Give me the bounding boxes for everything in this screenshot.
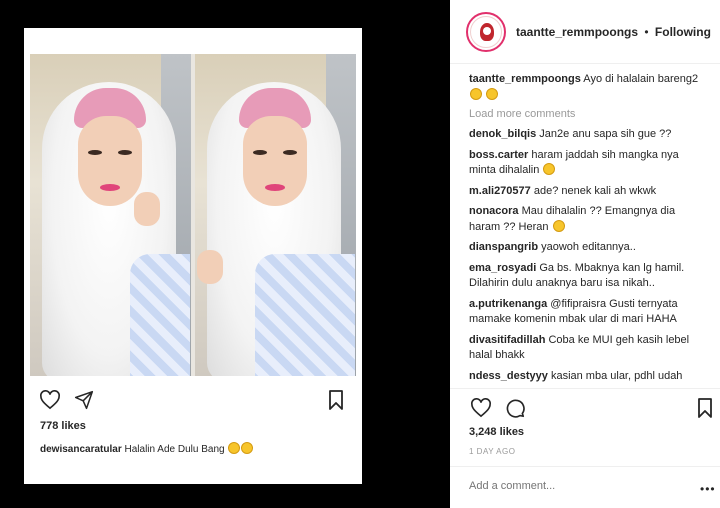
comments-list[interactable]: taantte_remmpoongs Ayo di halalain baren… (450, 72, 720, 386)
eye (118, 150, 132, 155)
avatar[interactable] (466, 12, 506, 52)
eye (283, 150, 297, 155)
hand (134, 192, 160, 226)
avatar-logo-detail (483, 27, 491, 35)
comment-text: kasian mba ular, pdhl udah (547, 369, 683, 382)
emoji-icon (241, 442, 254, 454)
header-separator: • (644, 25, 649, 39)
header-text: taantte_remmpoongs • Following (516, 25, 711, 39)
divider (450, 466, 720, 467)
list-item: nonacora Mau dihalalin ?? Emangnya dia h… (469, 204, 708, 235)
grin-emoji-icon (486, 87, 499, 100)
reposted-post-card: 778 likes dewisancaratular Halalin Ade D… (24, 28, 362, 484)
list-item: ema_rosyadi Ga bs. Mbaknya kan lg hamil.… (469, 261, 708, 292)
comment-text: Jan2e anu sapa sih gue ?? (536, 128, 672, 140)
card-caption: dewisancaratular Halalin Ade Dulu Bang (40, 442, 254, 455)
face (243, 116, 307, 206)
share-icon[interactable] (72, 388, 96, 412)
list-item: boss.carter haram jaddah sih mangka nya … (469, 148, 708, 179)
post-side-panel: taantte_remmpoongs • Following taantte_r… (450, 0, 720, 508)
action-bar (469, 396, 713, 420)
post-header: taantte_remmpoongs • Following (450, 0, 720, 64)
list-item: divasitifadillah Coba ke MUI geh kasih l… (469, 333, 708, 364)
comment-user[interactable]: m.ali270577 (469, 185, 531, 197)
comment-bubble-icon[interactable] (503, 396, 527, 420)
bookmark-icon[interactable] (693, 396, 717, 420)
divider (450, 388, 720, 389)
comment-user[interactable]: dianspangrib (469, 241, 538, 253)
post-date: 1 DAY AGO (469, 447, 516, 456)
comment-text: ade? nenek kali ah wkwk (530, 184, 657, 197)
bookmark-icon[interactable] (324, 388, 348, 412)
floral-dress (130, 254, 190, 376)
lips (100, 184, 120, 191)
list-item: a.putrikenanga @fifipraisra Gusti ternya… (469, 297, 708, 328)
list-item: m.ali270577 ade? nenek kali ah wkwk (469, 184, 708, 200)
floral-dress (255, 254, 355, 376)
caption-text: Ayo di halalain bareng2 (580, 73, 699, 85)
emoji-icon (228, 442, 241, 454)
list-item: ndess_destyyy kasian mba ular, pdhl udah (469, 369, 708, 385)
card-caption-text: Halalin Ade Dulu Bang (121, 444, 228, 455)
heart-icon[interactable] (38, 388, 62, 412)
smirk-emoji-icon (552, 219, 565, 232)
comment-user[interactable]: a.putrikenanga (469, 298, 547, 310)
add-comment-input[interactable] (469, 480, 669, 492)
list-item: denok_bilqis Jan2e anu sapa sih gue ?? (469, 127, 708, 143)
lips (265, 184, 285, 191)
load-more-comments-link[interactable]: Load more comments (469, 108, 708, 120)
photo-right (195, 54, 356, 376)
list-item: dianspangrib yaowoh editannya.. (469, 240, 708, 256)
comment-text: yaowoh editannya.. (538, 241, 636, 253)
comment-user[interactable]: denok_bilqis (469, 128, 536, 140)
caption-comment: taantte_remmpoongs Ayo di halalain baren… (469, 72, 708, 103)
eye (88, 150, 102, 155)
comment-user[interactable]: ndess_destyyy (469, 370, 548, 382)
card-caption-user[interactable]: dewisancaratular (40, 444, 122, 455)
following-button[interactable]: Following (655, 25, 711, 39)
comment-user[interactable]: divasitifadillah (469, 334, 545, 346)
eye (253, 150, 267, 155)
comment-user[interactable]: nonacora (469, 205, 519, 217)
likes-count[interactable]: 3,248 likes (469, 426, 524, 438)
hand (197, 250, 223, 284)
grin-emoji-icon (543, 163, 556, 175)
comment-user[interactable]: ema_rosyadi (469, 262, 536, 274)
post-photo[interactable] (30, 54, 356, 376)
card-action-bar (38, 388, 350, 414)
header-username[interactable]: taantte_remmpoongs (516, 25, 638, 39)
post-media-area: 778 likes dewisancaratular Halalin Ade D… (0, 0, 450, 508)
grin-emoji-icon (470, 87, 482, 100)
avatar-image (470, 16, 502, 48)
photo-left (30, 54, 191, 376)
more-options-icon[interactable]: ••• (700, 482, 716, 496)
face (78, 116, 142, 206)
caption-user[interactable]: taantte_remmpoongs (469, 73, 581, 85)
comment-user[interactable]: boss.carter (469, 149, 528, 161)
card-likes-count: 778 likes (40, 420, 86, 432)
like-heart-icon[interactable] (469, 396, 493, 420)
